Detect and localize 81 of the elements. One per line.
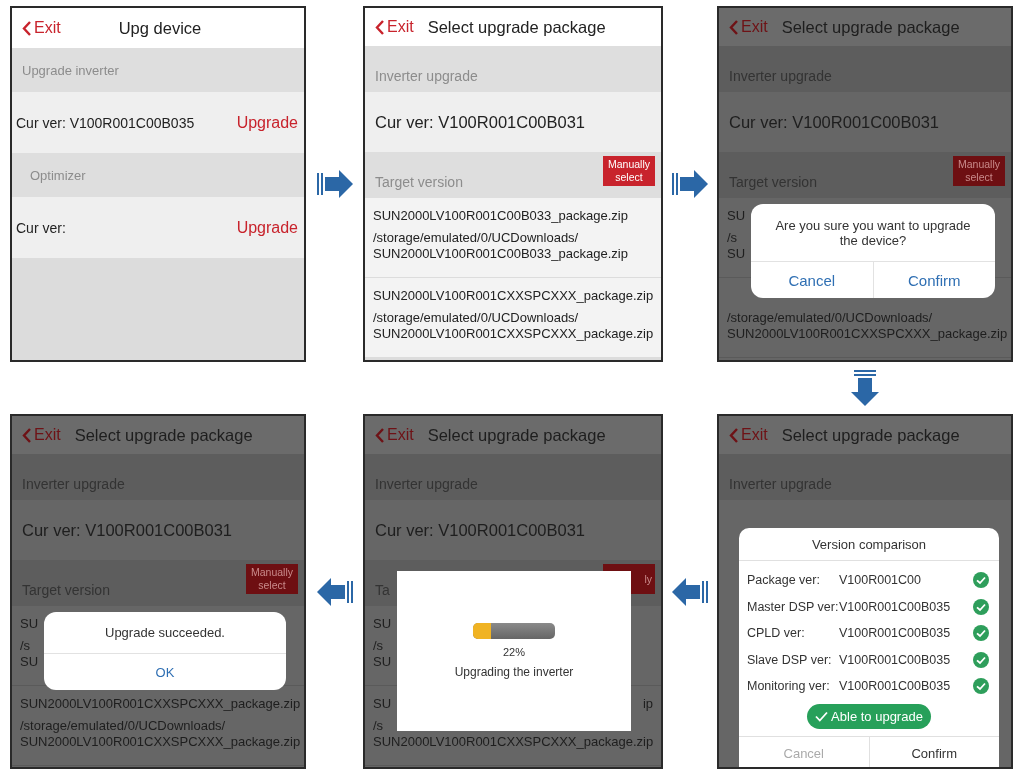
back-button[interactable]: Exit (22, 19, 61, 37)
current-version: Cur ver: (16, 219, 66, 236)
section-label: Upgrade inverter (22, 62, 119, 78)
chevron-left-icon (22, 427, 31, 443)
chevron-left-icon (729, 19, 738, 35)
manual-select-button[interactable]: Manually select (603, 156, 655, 186)
page-title: Select upgrade package (781, 17, 960, 37)
package-path: /s (373, 718, 384, 734)
version-value: V100R001C00B035 (839, 679, 952, 694)
package-path: SUN2000LV100R001C00B033_package.zip (373, 246, 628, 262)
package-path: SUN2000LV100R001CXXSPCXXX_package.zip (20, 734, 301, 750)
chevron-left-icon (375, 427, 384, 443)
package-path: /storage/emulated/0/UCDownloads/ (20, 718, 226, 734)
package-path: /s (373, 638, 384, 654)
current-version: Cur ver: V100R001C00B031 (22, 520, 233, 540)
chevron-left-icon (375, 19, 384, 35)
arrow-icon (672, 577, 708, 606)
package-name-end: ip (642, 696, 653, 712)
back-button[interactable]: Exit (375, 18, 414, 36)
chevron-left-icon (729, 427, 738, 443)
version-value: V100R001C00B035 (839, 652, 952, 667)
section-label: Target version (375, 174, 463, 190)
current-version: Cur ver: V100R001C00B035 (16, 114, 195, 131)
dialog-message: Are you sure you want to upgrade the device? (774, 216, 972, 250)
progress-percent: 22% (503, 646, 525, 658)
version-label: Package ver: (747, 573, 821, 588)
check-icon (815, 710, 829, 722)
version-label: Master DSP ver: (747, 599, 839, 614)
dialog-message: Upgrade succeeded. (104, 624, 226, 642)
page-title: Upg device (118, 18, 202, 38)
arrow-icon (851, 370, 879, 406)
package-path: SU (373, 654, 392, 670)
page-title: Select upgrade package (74, 425, 253, 445)
section-label: Optimizer (30, 167, 86, 183)
package-path: SU (727, 246, 746, 262)
page-title: Select upgrade package (427, 425, 606, 445)
package-name: SUN2000LV100R001C00B033_package.zip (373, 208, 628, 224)
version-label: Monitoring ver: (747, 679, 831, 694)
version-value: V100R001C00B035 (839, 626, 952, 641)
package-path: /storage/emulated/0/UCDownloads/ (373, 230, 579, 246)
progress-message: Upgrading the inverter (454, 665, 574, 679)
package-name: SU (373, 616, 392, 632)
package-path: SUN2000LV100R001CXXSPCXXX_package.zip (373, 326, 654, 342)
dialog-button[interactable]: Confirm (868, 737, 999, 767)
version-label: Slave DSP ver: (747, 652, 833, 667)
dialog-button[interactable]: Cancel (751, 262, 873, 298)
package-item[interactable]: SUN2000LV100R001CXXSPCXXX_package.zip /storage/emulated/0/UCDownloads/ SUN2000LV100R001CXXSPCXXX_package.zip (365, 278, 661, 358)
status-label: Able to upgrade (831, 708, 923, 724)
package-path: SUN2000LV100R001CXXSPCXXX_package.zip (373, 734, 654, 750)
current-version: Cur ver: V100R001C00B031 (375, 112, 586, 132)
package-name: SU (20, 616, 39, 632)
manual-select-button[interactable]: Manually select (953, 156, 1005, 186)
current-version: Cur ver: V100R001C00B031 (729, 112, 940, 132)
version-label: CPLD ver: (747, 626, 806, 641)
package-name: SUN2000LV100R001CXXSPCXXX_package.zip (20, 696, 301, 712)
arrow-icon (316, 170, 353, 198)
package-path: /s (727, 230, 738, 246)
upgrade-link[interactable]: Upgrade (236, 218, 298, 237)
package-path: /s (20, 638, 31, 654)
package-path: SUN2000LV100R001CXXSPCXXX_package.zip (727, 326, 1008, 342)
package-item[interactable]: SUN2000LV100R001C00B033_package.zip /storage/emulated/0/UCDownloads/ SUN2000LV100R001C00B033_package.zip (365, 198, 661, 278)
package-name: SU (727, 208, 746, 224)
page-title: Select upgrade package (427, 17, 606, 37)
arrow-icon (672, 170, 708, 198)
dialog-button[interactable]: Confirm (872, 262, 995, 298)
manual-select-button[interactable]: Manually select (246, 564, 298, 594)
package-path: SU (20, 654, 39, 670)
chevron-left-icon (22, 20, 31, 36)
current-version: Cur ver: V100R001C00B031 (375, 520, 586, 540)
upgrade-link[interactable]: Upgrade (236, 113, 298, 132)
package-name: SU (373, 696, 392, 712)
arrow-icon (316, 577, 353, 606)
section-label: Inverter upgrade (375, 68, 478, 84)
dialog-title: Version comparison (739, 528, 999, 561)
page-title: Select upgrade package (781, 425, 960, 445)
package-name: SUN2000LV100R001CXXSPCXXX_package.zip (373, 288, 654, 304)
package-path: /storage/emulated/0/UCDownloads/ (727, 310, 933, 326)
version-value: V100R001C00B035 (839, 599, 952, 614)
dialog-button[interactable]: OK (44, 654, 286, 690)
version-value: V100R001C00 (839, 573, 922, 588)
package-path: /storage/emulated/0/UCDownloads/ (373, 310, 579, 326)
